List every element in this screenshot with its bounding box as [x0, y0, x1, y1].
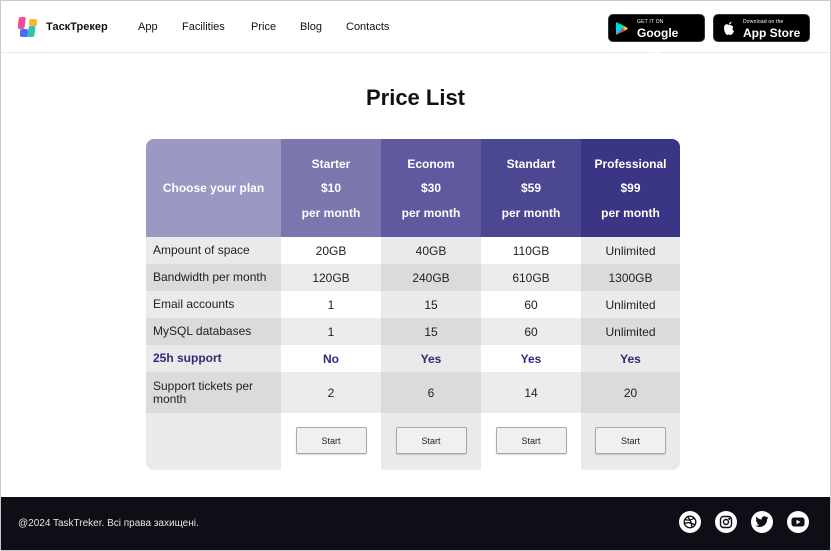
copyright-text: @2024 TaskTreker. Всі права захищені. — [18, 518, 199, 529]
plan-period: per month — [501, 206, 561, 220]
google-play-icon — [616, 22, 628, 35]
plan-name: Standart — [506, 157, 556, 171]
app-store-big-text: App Store — [743, 26, 801, 40]
button-cell: Start — [481, 413, 581, 470]
feature-value: 110GB — [481, 237, 581, 264]
plan-header-econom: Econom $30 per month — [381, 139, 481, 237]
choose-plan-label: Choose your plan — [162, 181, 265, 195]
pricing-table: Choose your plan Starter $10 per month Econo… — [146, 139, 680, 470]
feature-value: 40GB — [381, 237, 481, 264]
dribbble-icon[interactable] — [679, 511, 701, 533]
feature-value: Yes — [381, 345, 481, 372]
feature-value: 15 — [381, 291, 481, 318]
feature-value: 60 — [481, 291, 581, 318]
button-cell: Start — [281, 413, 381, 470]
tasktreker-logo-icon[interactable] — [18, 17, 38, 38]
feature-value: 6 — [381, 372, 481, 413]
feature-value: 1 — [281, 318, 381, 345]
site-header: ТаскТрекер App Facilities Price Blog Con… — [1, 1, 830, 54]
feature-label: Support tickets per month — [146, 372, 281, 413]
feature-value: 1 — [281, 291, 381, 318]
site-footer: @2024 TaskTreker. Всі права захищені. — [1, 497, 830, 550]
feature-label: MySQL databases — [146, 318, 281, 345]
twitter-icon[interactable] — [751, 511, 773, 533]
plan-period: per month — [401, 206, 461, 220]
button-cell: Start — [381, 413, 481, 470]
feature-value: Yes — [581, 345, 680, 372]
feature-value: 120GB — [281, 264, 381, 291]
start-button-econom[interactable]: Start — [395, 427, 467, 454]
page-title: Price List — [365, 85, 466, 110]
feature-value: Unlimited — [581, 291, 680, 318]
plan-period: per month — [601, 206, 660, 220]
nav-link-blog[interactable]: Blog — [300, 21, 322, 33]
plan-header-professional: Professional $99 per month — [581, 139, 680, 237]
plan-name: Econom — [407, 157, 455, 171]
plan-header-corner: Choose your plan — [146, 139, 281, 237]
nav-link-price[interactable]: Price — [251, 21, 276, 33]
brand-name[interactable]: ТаскТрекер — [46, 21, 108, 33]
nav-link-facilities[interactable]: Facilities — [182, 21, 225, 33]
feature-value: 20GB — [281, 237, 381, 264]
plan-name: Professional — [594, 157, 667, 171]
feature-value: Unlimited — [581, 237, 680, 264]
plan-header-starter: Starter $10 per month — [281, 139, 381, 237]
feature-value: 20 — [581, 372, 680, 413]
start-button-professional[interactable]: Start — [595, 427, 666, 454]
apple-icon — [724, 21, 734, 35]
plan-price: $99 — [620, 181, 641, 195]
plan-period: per month — [301, 206, 361, 220]
nav-link-app[interactable]: App — [138, 21, 158, 33]
instagram-icon[interactable] — [715, 511, 737, 533]
feature-value: 15 — [381, 318, 481, 345]
feature-value: 2 — [281, 372, 381, 413]
plan-price: $10 — [320, 181, 342, 195]
plan-price: $59 — [520, 181, 542, 195]
feature-label: Ampount of space — [146, 237, 281, 264]
feature-value: 240GB — [381, 264, 481, 291]
start-button-starter[interactable]: Start — [295, 427, 367, 454]
app-store-badge[interactable]: Download on the App Store — [713, 14, 810, 42]
google-play-big-text: Google Play — [637, 26, 679, 54]
feature-value: No — [281, 345, 381, 372]
feature-value: 60 — [481, 318, 581, 345]
feature-value: 14 — [481, 372, 581, 413]
feature-value: Yes — [481, 345, 581, 372]
button-row-spacer — [146, 413, 281, 470]
plan-header-standart: Standart $59 per month — [481, 139, 581, 237]
youtube-icon[interactable] — [787, 511, 809, 533]
app-store-small-text: Download on the — [743, 19, 784, 25]
feature-value: 1300GB — [581, 264, 680, 291]
feature-label: Email accounts — [146, 291, 281, 318]
nav-link-contacts[interactable]: Contacts — [346, 21, 389, 33]
feature-label: 25h support — [146, 345, 281, 372]
plan-price: $30 — [420, 181, 442, 195]
button-cell: Start — [581, 413, 680, 470]
start-button-standart[interactable]: Start — [495, 427, 567, 454]
plan-name: Starter — [311, 157, 351, 171]
feature-label: Bandwidth per month — [146, 264, 281, 291]
feature-value: Unlimited — [581, 318, 680, 345]
google-play-small-text: GET IT ON — [637, 19, 664, 25]
google-play-badge[interactable]: GET IT ON Google Play — [608, 14, 705, 54]
feature-value: 610GB — [481, 264, 581, 291]
